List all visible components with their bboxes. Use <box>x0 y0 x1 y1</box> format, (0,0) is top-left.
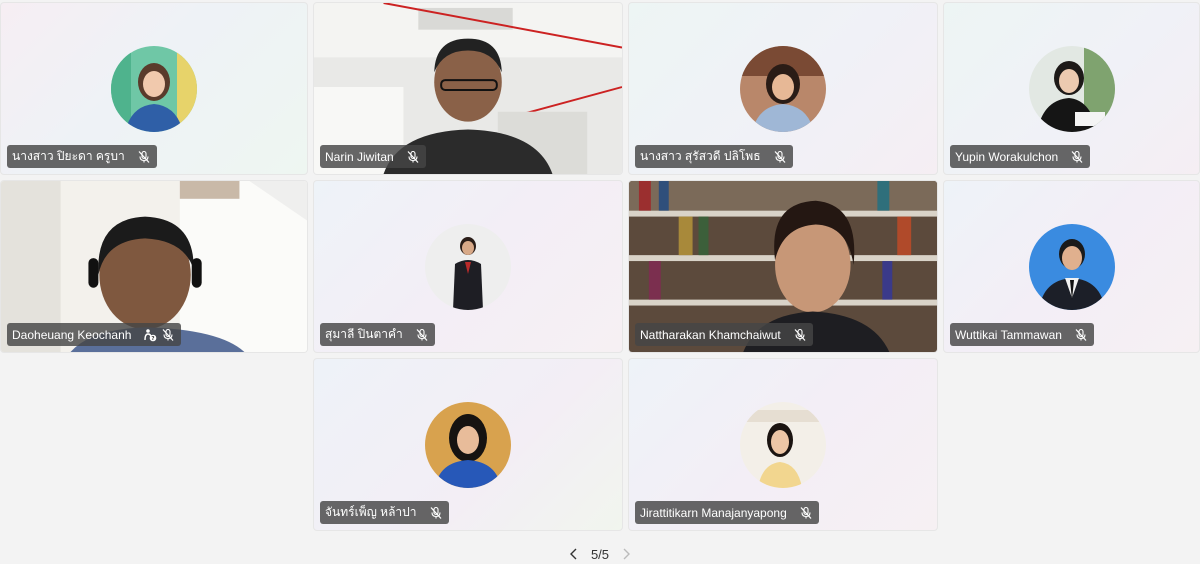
participant-nametag: Narin Jiwitan <box>320 145 426 168</box>
mic-off-icon <box>161 328 175 342</box>
mic-off-icon <box>429 506 443 520</box>
mic-off-icon <box>793 328 807 342</box>
page-indicator: 5/5 <box>590 546 610 562</box>
participant-tile-2[interactable]: Narin Jiwitan <box>313 2 623 175</box>
svg-text:?: ? <box>152 336 155 342</box>
avatar <box>425 401 511 488</box>
raise-hand-question-icon: ? <box>143 328 157 342</box>
participant-name: Daoheuang Keochanh <box>12 327 132 342</box>
participant-tile-4[interactable]: Yupin Worakulchon <box>943 2 1200 175</box>
participant-nametag: Daoheuang Keochanh ? <box>7 323 182 346</box>
participant-nametag: Nattharakan Khamchaiwut <box>635 323 813 346</box>
mic-off-icon <box>137 150 151 164</box>
participant-nametag: Jirattitikarn Manajanyapong <box>635 501 819 524</box>
participant-nametag: Wuttikai Tammawan <box>950 323 1094 346</box>
avatar <box>111 45 197 132</box>
participant-tile-1[interactable]: นางสาว ปิยะดา ครูบา <box>0 2 308 175</box>
avatar <box>740 45 826 132</box>
participant-nametag: นางสาว ปิยะดา ครูบา <box>7 145 157 168</box>
participant-nametag: นางสาว สุรัสวดี ปลิโพธ <box>635 145 793 168</box>
mic-off-icon <box>799 506 813 520</box>
participant-tile-10[interactable]: Jirattitikarn Manajanyapong <box>628 358 938 531</box>
participant-name: Wuttikai Tammawan <box>955 327 1062 342</box>
participant-name: Yupin Worakulchon <box>955 149 1059 164</box>
participant-nametag: สุมาลี ปินตาคำ <box>320 323 435 346</box>
participant-name: Narin Jiwitan <box>325 149 394 164</box>
participant-tile-6[interactable]: สุมาลี ปินตาคำ <box>313 180 623 353</box>
mic-off-icon <box>1070 150 1084 164</box>
mic-off-icon <box>406 150 420 164</box>
participant-tile-3[interactable]: นางสาว สุรัสวดี ปลิโพธ <box>628 2 938 175</box>
avatar <box>1028 223 1115 310</box>
pagination: 5/5 <box>0 544 1200 564</box>
mic-off-icon <box>415 328 429 342</box>
participant-tile-9[interactable]: จันทร์เพ็ญ หล้าปา <box>313 358 623 531</box>
mic-off-icon <box>773 150 787 164</box>
participant-name: นางสาว สุรัสวดี ปลิโพธ <box>640 149 761 163</box>
avatar <box>740 401 826 488</box>
mic-off-icon <box>1074 328 1088 342</box>
participant-nametag: จันทร์เพ็ญ หล้าปา <box>320 501 449 524</box>
participant-tile-8[interactable]: Wuttikai Tammawan <box>943 180 1200 353</box>
avatar <box>1028 45 1115 132</box>
avatar <box>425 223 511 310</box>
participant-name: นางสาว ปิยะดา ครูบา <box>12 149 125 163</box>
chevron-left-icon[interactable] <box>567 547 581 561</box>
participant-tile-5[interactable]: Daoheuang Keochanh ? <box>0 180 308 353</box>
participant-name: จันทร์เพ็ญ หล้าปา <box>325 505 417 519</box>
participant-name: สุมาลี ปินตาคำ <box>325 327 403 341</box>
participant-nametag: Yupin Worakulchon <box>950 145 1091 168</box>
chevron-right-icon[interactable] <box>619 547 633 561</box>
participant-name: Jirattitikarn Manajanyapong <box>640 505 787 520</box>
participant-name: Nattharakan Khamchaiwut <box>640 327 781 342</box>
participant-tile-7[interactable]: Nattharakan Khamchaiwut <box>628 180 938 353</box>
